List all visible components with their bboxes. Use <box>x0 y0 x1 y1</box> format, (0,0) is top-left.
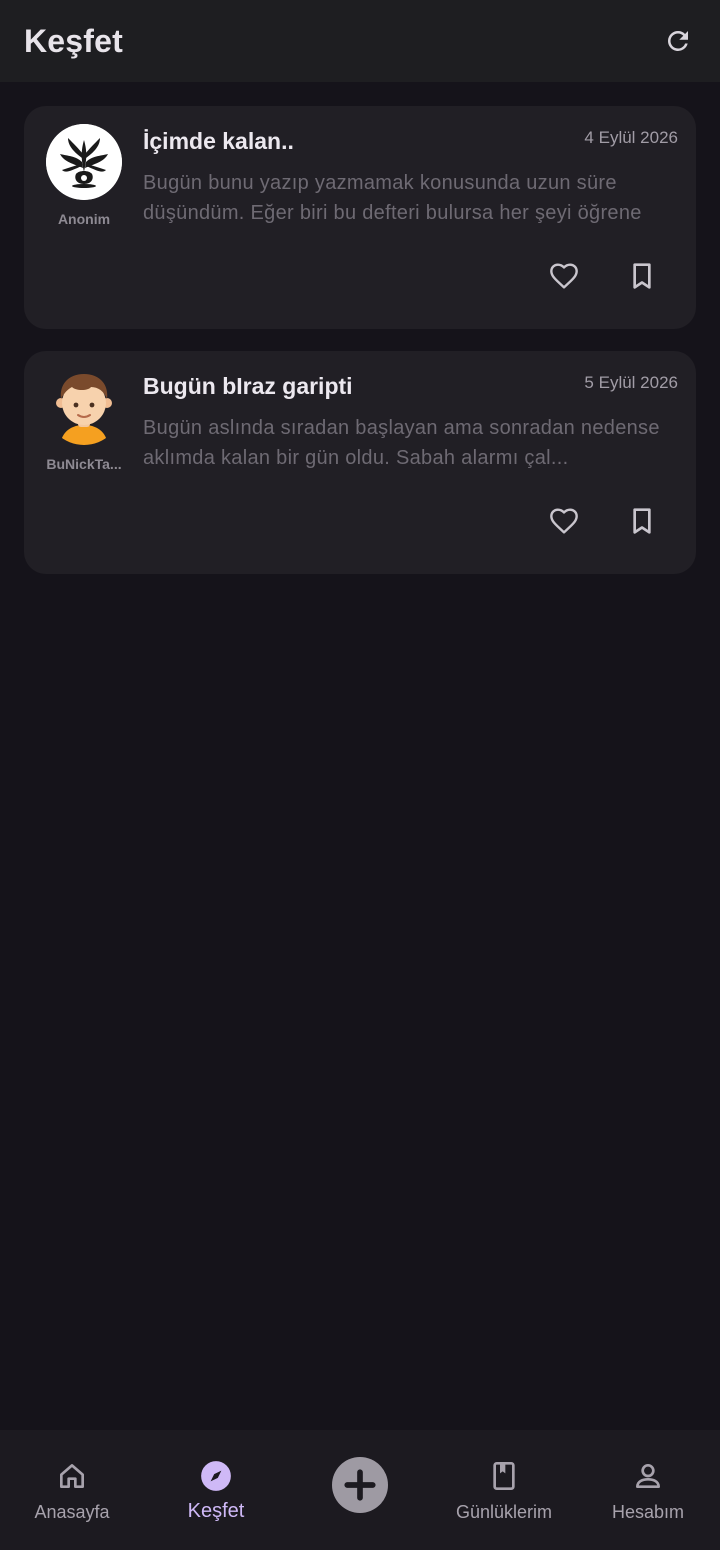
post-excerpt: Bugün bunu yazıp yazmamak konusunda uzun… <box>143 172 642 224</box>
post-card[interactable]: Anonim İçimde kalan.. 4 Eylül 2026 Bugün… <box>24 106 696 329</box>
nav-label: Keşfet <box>187 1500 245 1522</box>
compass-icon <box>198 1458 234 1494</box>
app-bar: Keşfet <box>0 0 720 82</box>
person-icon <box>630 1458 666 1494</box>
avatar <box>46 124 122 200</box>
refresh-icon[interactable] <box>660 23 696 59</box>
book-icon <box>486 1458 522 1494</box>
post-date: 4 Eylül 2026 <box>584 128 678 147</box>
post-feed: Anonim İçimde kalan.. 4 Eylül 2026 Bugün… <box>24 106 696 596</box>
bottom-navigation: Anasayfa Keşfet Günlüklerim Hesabım <box>0 1430 720 1550</box>
add-icon <box>344 1469 376 1501</box>
nav-item-kesfet[interactable]: Keşfet <box>144 1430 288 1550</box>
nav-label: Günlüklerim <box>455 1502 553 1522</box>
post-card[interactable]: BuNickTa... Bugün bIraz garipti 5 Eylül … <box>24 351 696 574</box>
nav-label: Anasayfa <box>34 1502 110 1522</box>
heart-icon[interactable] <box>544 256 584 296</box>
post-date: 5 Eylül 2026 <box>584 373 678 392</box>
post-excerpt: Bugün aslında sıradan başlayan ama sonra… <box>143 417 660 469</box>
nav-item-gunluklerim[interactable]: Günlüklerim <box>432 1430 576 1550</box>
home-icon <box>54 1458 90 1494</box>
avatar <box>46 369 122 445</box>
author-name: Anonim <box>57 211 111 227</box>
post-title: İçimde kalan.. <box>143 128 294 154</box>
heart-icon[interactable] <box>544 501 584 541</box>
nav-item-hesabim[interactable]: Hesabım <box>576 1430 720 1550</box>
nav-label: Hesabım <box>611 1502 685 1522</box>
post-title: Bugün bIraz garipti <box>143 373 353 399</box>
add-button[interactable] <box>332 1457 388 1513</box>
author-name: BuNickTa... <box>46 456 122 472</box>
bookmark-icon[interactable] <box>622 256 662 296</box>
page-title: Keşfet <box>24 22 124 59</box>
bookmark-icon[interactable] <box>622 501 662 541</box>
nav-item-anasayfa[interactable]: Anasayfa <box>0 1430 144 1550</box>
